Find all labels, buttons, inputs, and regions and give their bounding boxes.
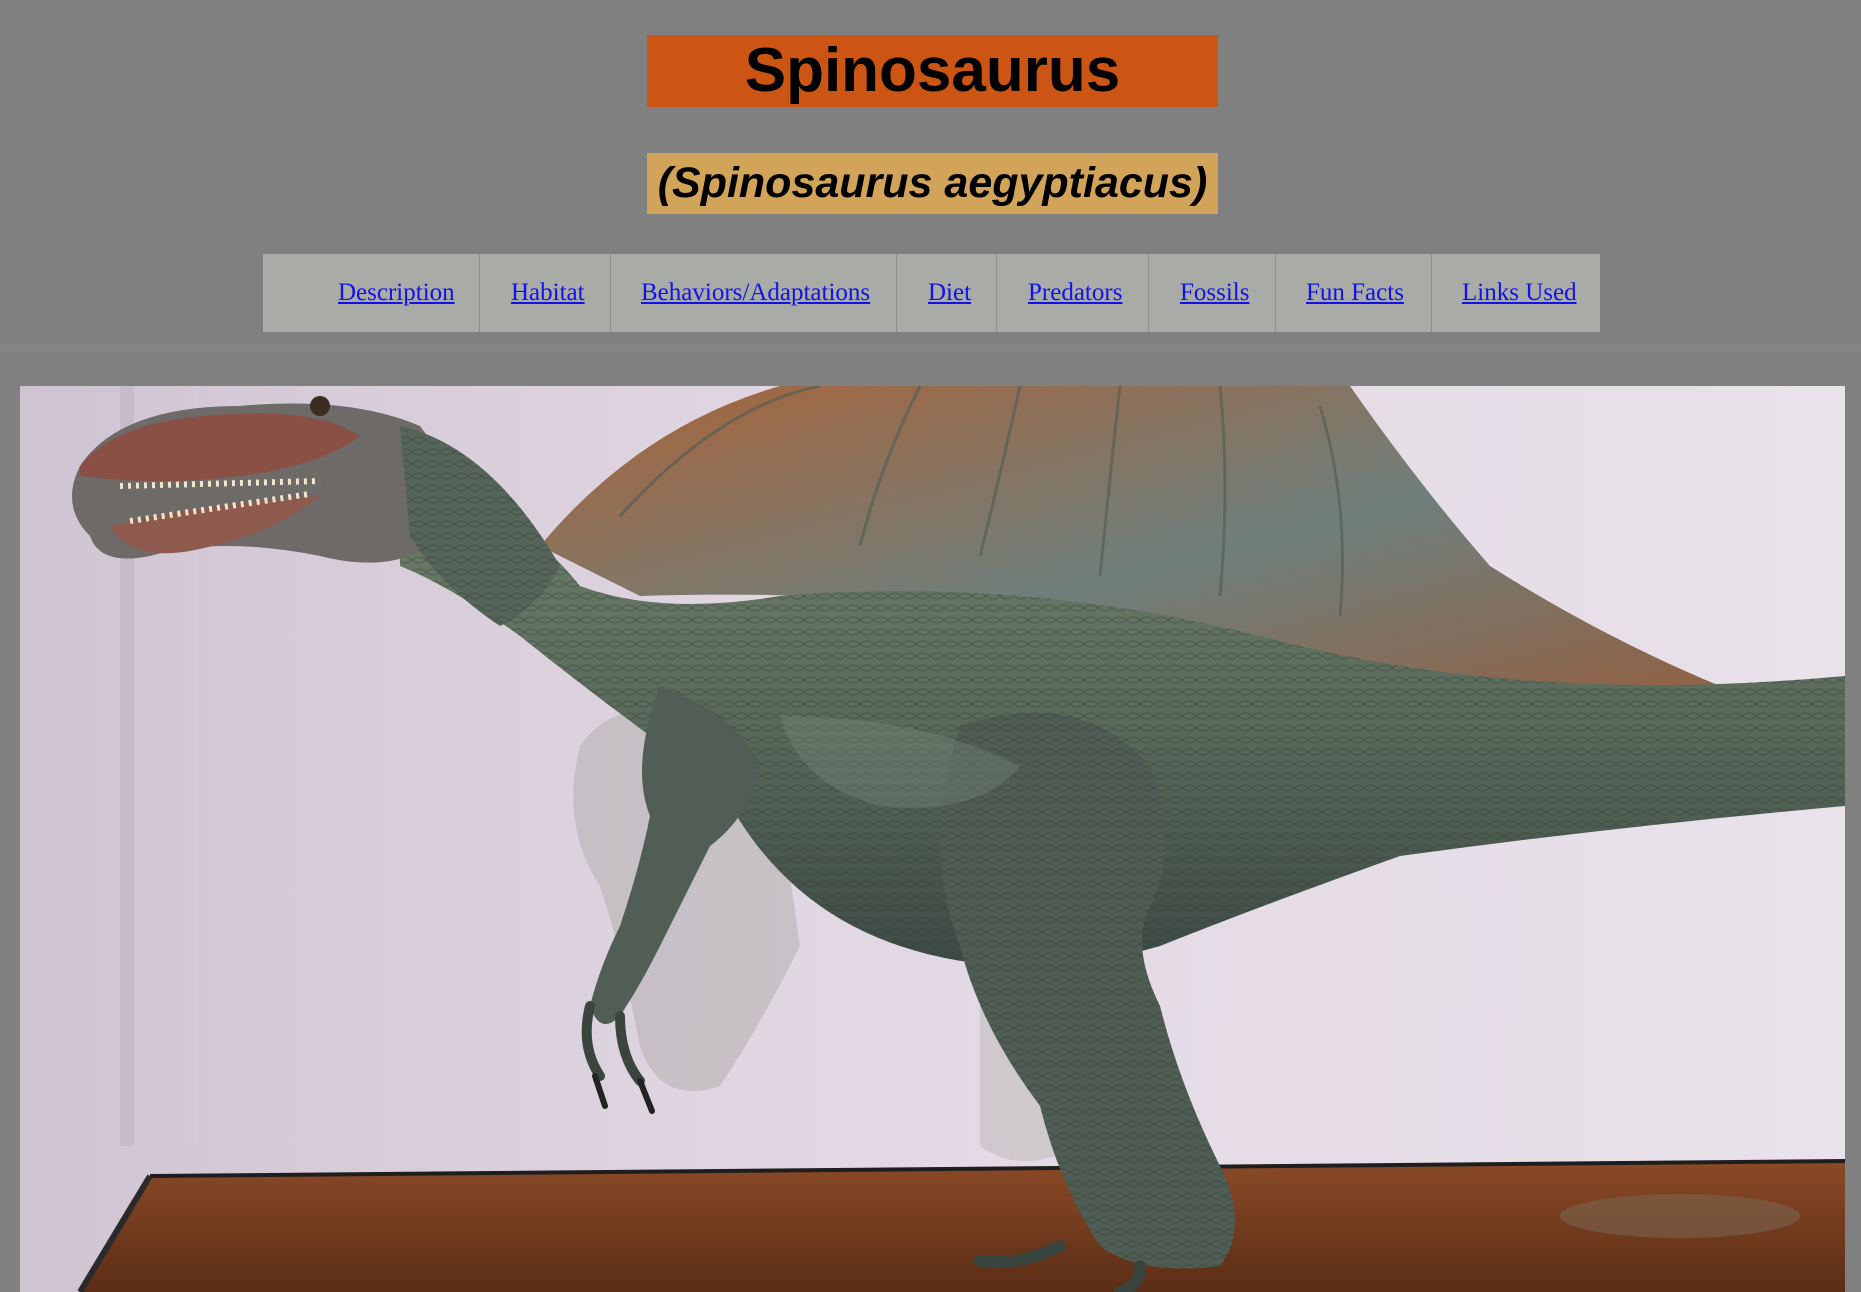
page-title: Spinosaurus bbox=[744, 36, 1121, 105]
nav-item-diet: Diet bbox=[897, 254, 997, 332]
nav-link-fun-facts[interactable]: Fun Facts bbox=[1306, 279, 1404, 307]
nav-item-links-used: Links Used bbox=[1432, 254, 1600, 332]
nav-item-description: Description bbox=[263, 254, 480, 332]
nav-item-fossils: Fossils bbox=[1149, 254, 1276, 332]
nav-link-predators[interactable]: Predators bbox=[1028, 279, 1122, 307]
header-divider bbox=[0, 344, 1861, 352]
nav-link-fossils[interactable]: Fossils bbox=[1180, 279, 1249, 307]
main-nav: Description Habitat Behaviors/Adaptation… bbox=[263, 254, 1600, 332]
nav-item-behaviors: Behaviors/Adaptations bbox=[611, 254, 897, 332]
spinosaurus-photo bbox=[20, 386, 1845, 1292]
nav-item-habitat: Habitat bbox=[480, 254, 611, 332]
page-subtitle: (Spinosaurus aegyptiacus) bbox=[657, 159, 1208, 207]
nav-link-description[interactable]: Description bbox=[338, 279, 455, 307]
nav-item-fun-facts: Fun Facts bbox=[1276, 254, 1432, 332]
spinosaurus-illustration bbox=[20, 386, 1845, 1292]
title-banner: Spinosaurus bbox=[647, 35, 1218, 107]
nav-link-behaviors-adaptations[interactable]: Behaviors/Adaptations bbox=[641, 279, 870, 307]
nav-link-habitat[interactable]: Habitat bbox=[511, 279, 585, 307]
nav-item-predators: Predators bbox=[997, 254, 1149, 332]
subtitle-banner: (Spinosaurus aegyptiacus) bbox=[647, 153, 1218, 214]
nav-link-diet[interactable]: Diet bbox=[928, 279, 971, 307]
nav-link-links-used[interactable]: Links Used bbox=[1462, 279, 1577, 307]
